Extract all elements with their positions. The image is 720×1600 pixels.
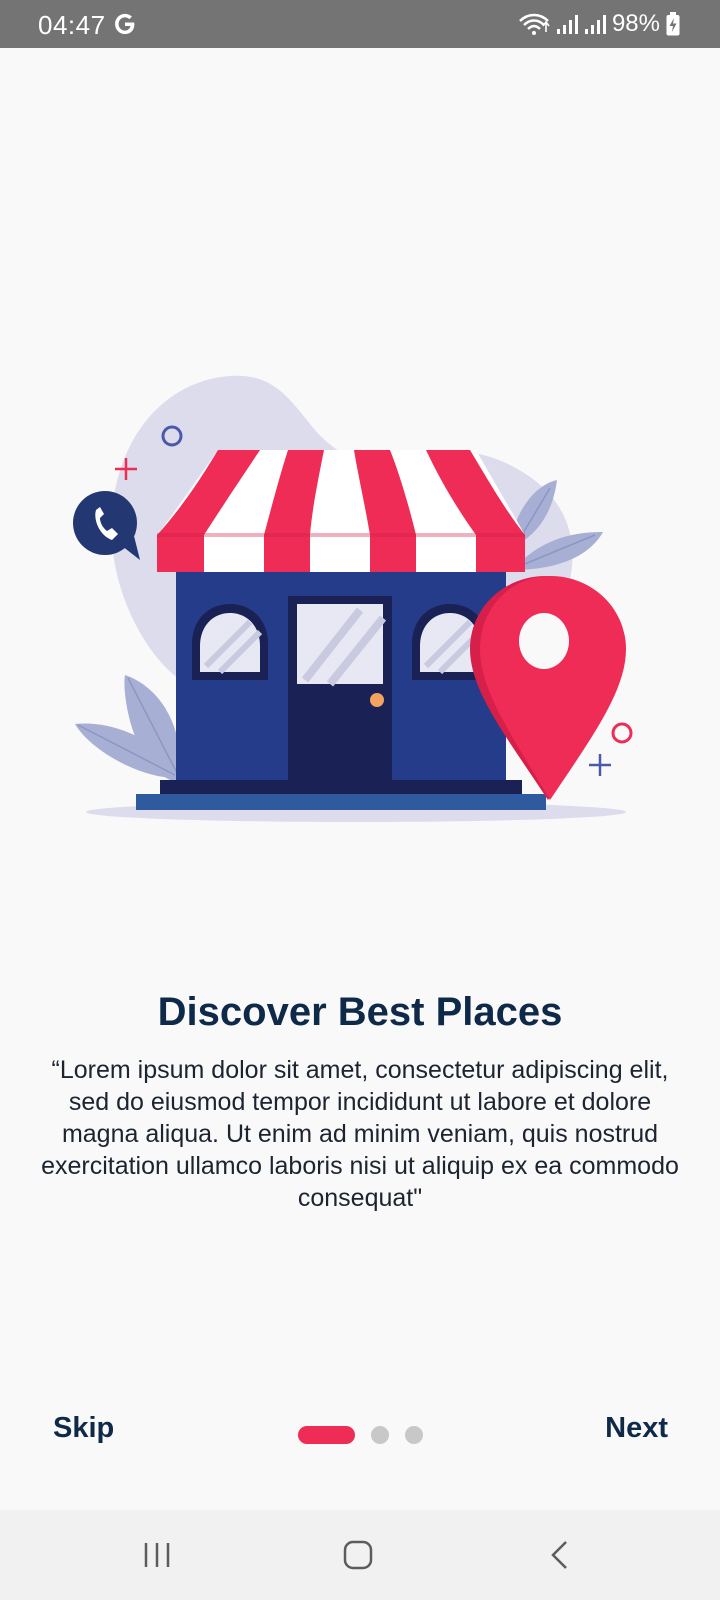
signal-icon <box>584 15 606 34</box>
page-indicator-dot <box>405 1426 423 1444</box>
signal-icon <box>556 15 578 34</box>
back-button[interactable] <box>515 1510 605 1600</box>
system-nav-bar <box>0 1510 720 1600</box>
sparkle-circle-icon <box>611 722 633 744</box>
sparkle-plus-icon <box>589 754 611 776</box>
shop-base <box>160 780 522 796</box>
shop-window-left <box>192 604 268 680</box>
shop-door <box>288 596 392 792</box>
page-indicator-dot-active <box>298 1426 355 1444</box>
recent-apps-icon <box>144 1543 170 1567</box>
skip-button[interactable]: Skip <box>53 1412 114 1445</box>
home-icon <box>343 1540 373 1570</box>
leaves-left <box>75 675 181 780</box>
status-time: 04:47 <box>38 10 106 40</box>
status-bar: 04:47 98% <box>0 0 720 48</box>
status-icons: 98% <box>518 10 680 38</box>
shop-awning <box>157 450 525 572</box>
page-indicator <box>298 1426 423 1444</box>
page-indicator-dot <box>371 1426 389 1444</box>
onboarding-title: Discover Best Places <box>157 990 563 1034</box>
onboarding-description: “Lorem ipsum dolor sit amet, consectetur… <box>41 1056 679 1212</box>
recent-apps-button[interactable] <box>112 1510 202 1600</box>
storefront-illustration <box>73 375 633 822</box>
battery-percent: 98% <box>611 10 660 37</box>
shop-step <box>136 794 546 810</box>
onboarding-screen: 04:47 98% Discover Best Places “Lorem ip… <box>0 0 720 1600</box>
next-button[interactable]: Next <box>605 1412 668 1445</box>
home-button[interactable] <box>313 1510 403 1600</box>
back-icon <box>551 1541 567 1569</box>
wifi-icon <box>519 13 550 35</box>
google-g-icon <box>115 13 135 35</box>
battery-charging-icon <box>666 12 680 36</box>
